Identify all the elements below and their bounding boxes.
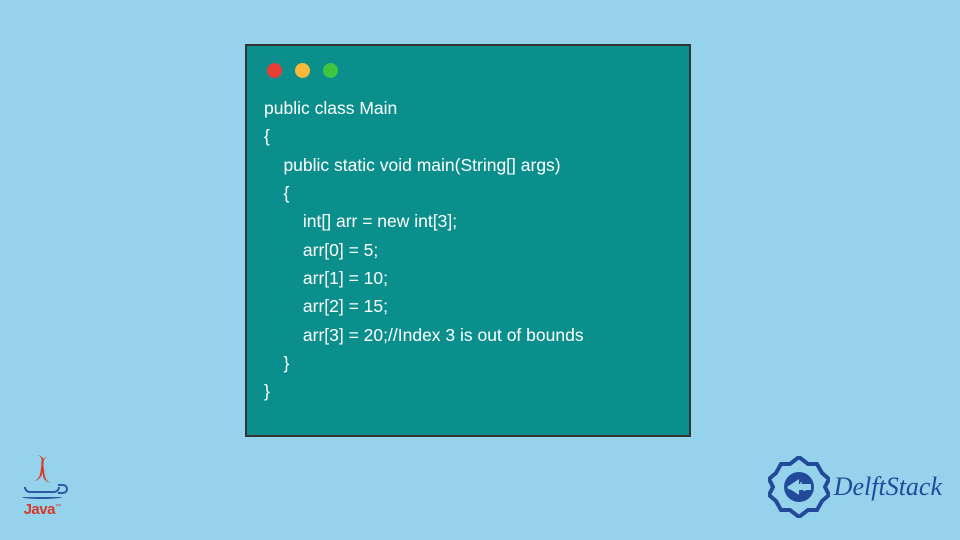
delftstack-label: DelftStack bbox=[834, 472, 942, 502]
minimize-icon bbox=[295, 63, 310, 78]
java-cup-icon bbox=[24, 487, 60, 493]
maximize-icon bbox=[323, 63, 338, 78]
java-saucer-icon bbox=[22, 495, 62, 499]
close-icon bbox=[267, 63, 282, 78]
code-window: public class Main { public static void m… bbox=[245, 44, 691, 437]
delftstack-icon: </> bbox=[768, 456, 830, 518]
window-titlebar bbox=[247, 55, 689, 85]
java-label: Java™ bbox=[24, 501, 61, 518]
java-logo: Java™ bbox=[17, 446, 67, 518]
svg-text:</>: </> bbox=[787, 481, 811, 496]
code-body: public class Main { public static void m… bbox=[247, 85, 689, 416]
java-steam-icon bbox=[32, 455, 52, 485]
delftstack-logo: </> DelftStack bbox=[768, 456, 942, 518]
